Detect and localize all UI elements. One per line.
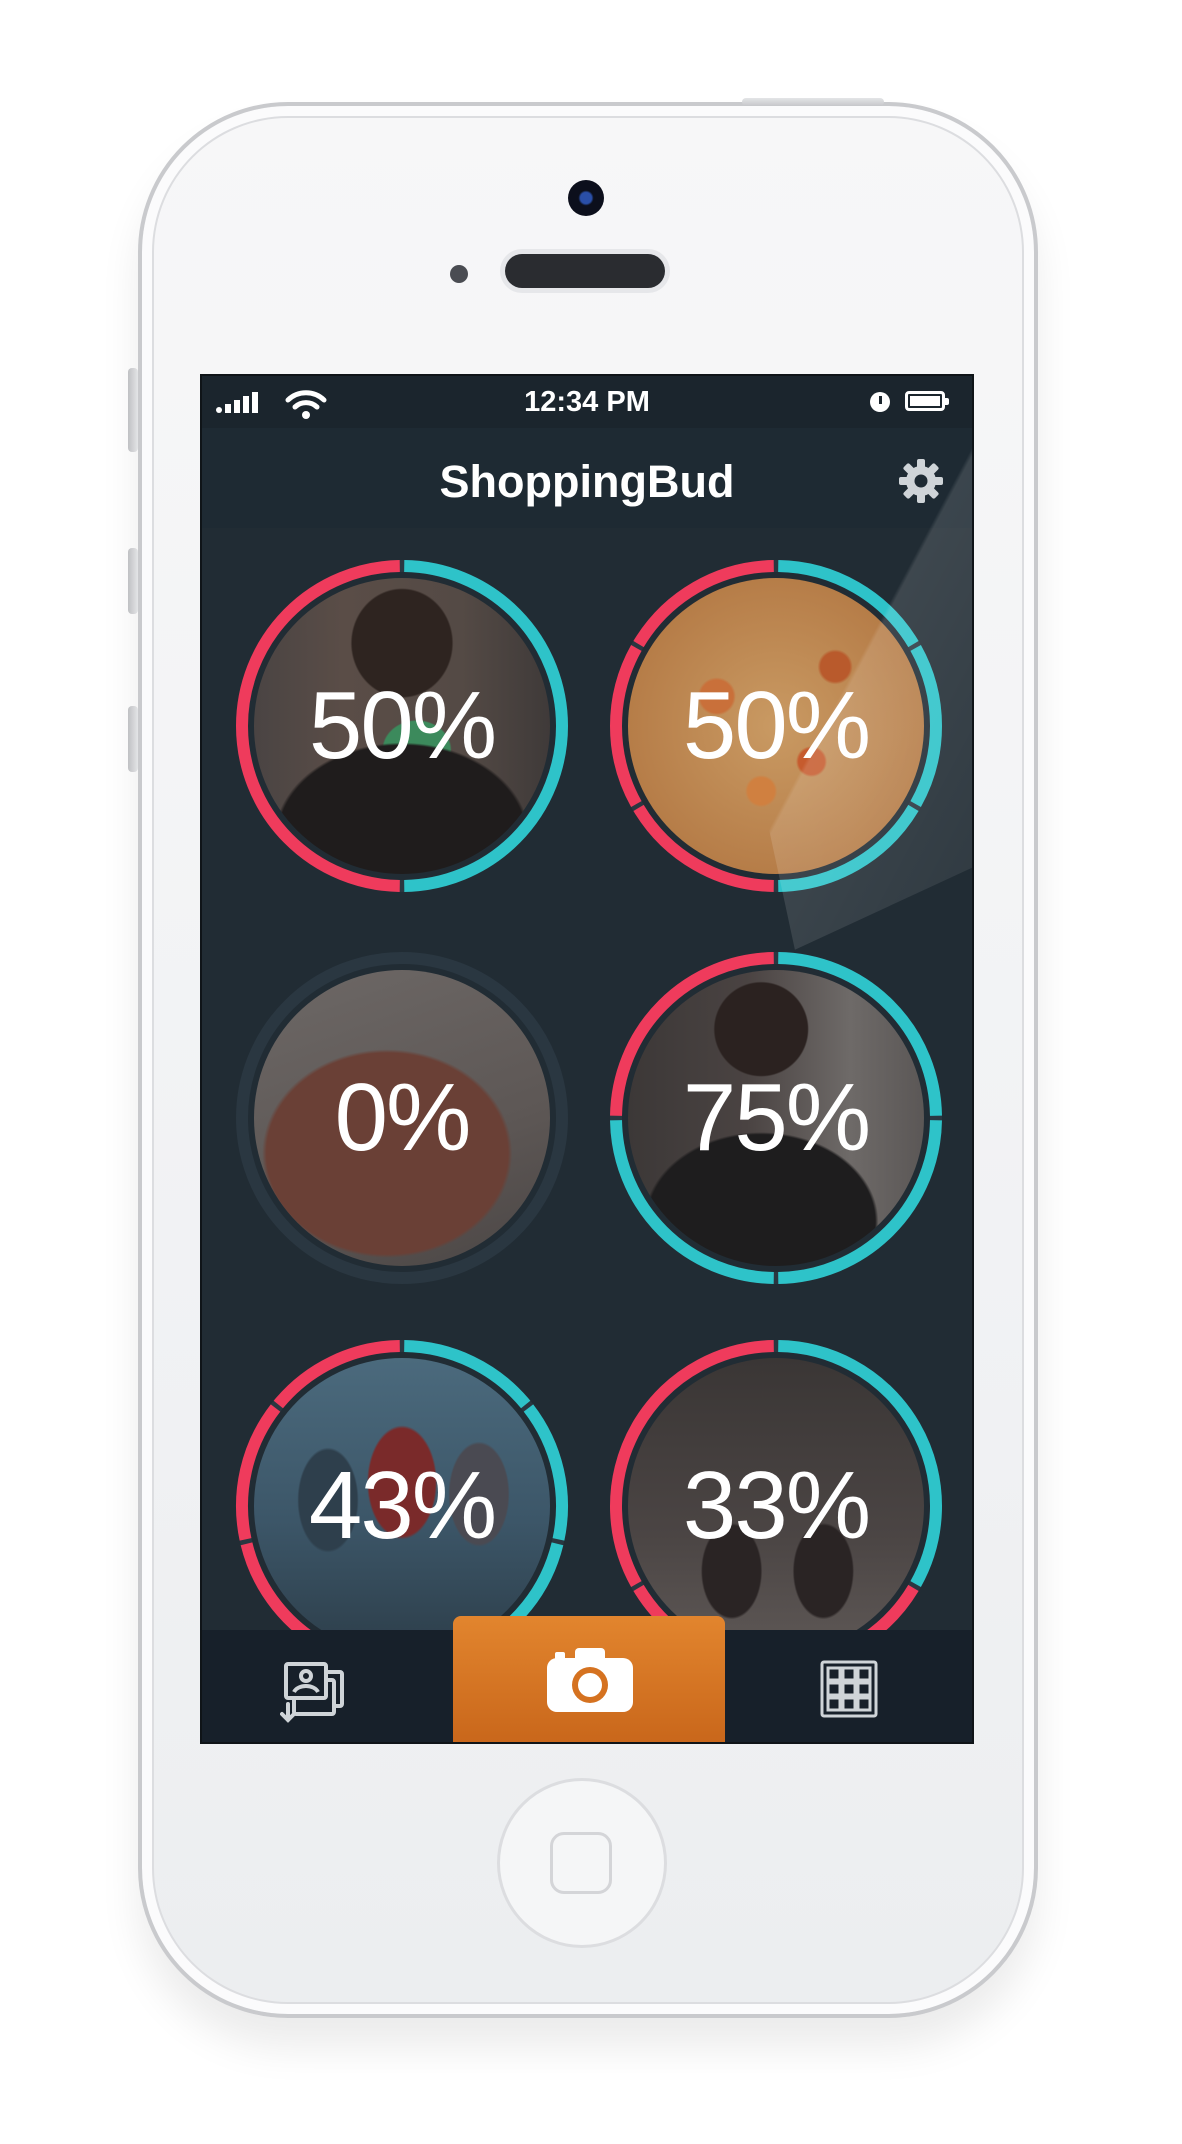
- vote-tile[interactable]: 0%: [232, 948, 572, 1288]
- status-bar: 12:34 PM: [202, 376, 972, 428]
- yes-percentage: 50%: [308, 672, 497, 779]
- gear-icon[interactable]: [898, 458, 944, 504]
- mute-switch: [128, 368, 138, 452]
- screen: 12:34 PM ShoppingBud 50% 50% 0% 75% 43% …: [200, 374, 974, 1744]
- vote-tile[interactable]: 43%: [232, 1336, 572, 1634]
- vote-tile[interactable]: 50%: [232, 556, 572, 896]
- volume-down-button: [128, 706, 138, 772]
- power-button: [742, 98, 884, 106]
- navigation-bar: ShoppingBud: [202, 428, 972, 528]
- camera-button[interactable]: [453, 1616, 725, 1742]
- photo-stack-icon[interactable]: [280, 1658, 350, 1728]
- earpiece-speaker: [505, 254, 665, 288]
- alarm-icon: [870, 392, 890, 412]
- yes-percentage: 75%: [682, 1064, 871, 1171]
- yes-percentage: 33%: [682, 1452, 871, 1559]
- vote-tile[interactable]: 33%: [606, 1336, 946, 1634]
- camera-icon: [547, 1648, 633, 1712]
- yes-percentage: 43%: [308, 1452, 497, 1559]
- battery-icon: [905, 391, 949, 411]
- front-camera: [568, 180, 604, 216]
- home-button-square-icon: [550, 1832, 612, 1894]
- proximity-sensor: [450, 265, 468, 283]
- vote-tile[interactable]: 75%: [606, 948, 946, 1288]
- yes-percentage: 0%: [334, 1064, 472, 1171]
- volume-up-button: [128, 548, 138, 614]
- vote-tile[interactable]: 50%: [606, 556, 946, 896]
- tab-bar: [202, 1616, 972, 1742]
- grid-icon[interactable]: [820, 1660, 878, 1718]
- app-title: ShoppingBud: [439, 456, 735, 507]
- status-time: 12:34 PM: [524, 386, 650, 418]
- yes-percentage: 50%: [682, 672, 871, 779]
- vote-grid: 50% 50% 0% 75% 43% 33%: [202, 528, 972, 1634]
